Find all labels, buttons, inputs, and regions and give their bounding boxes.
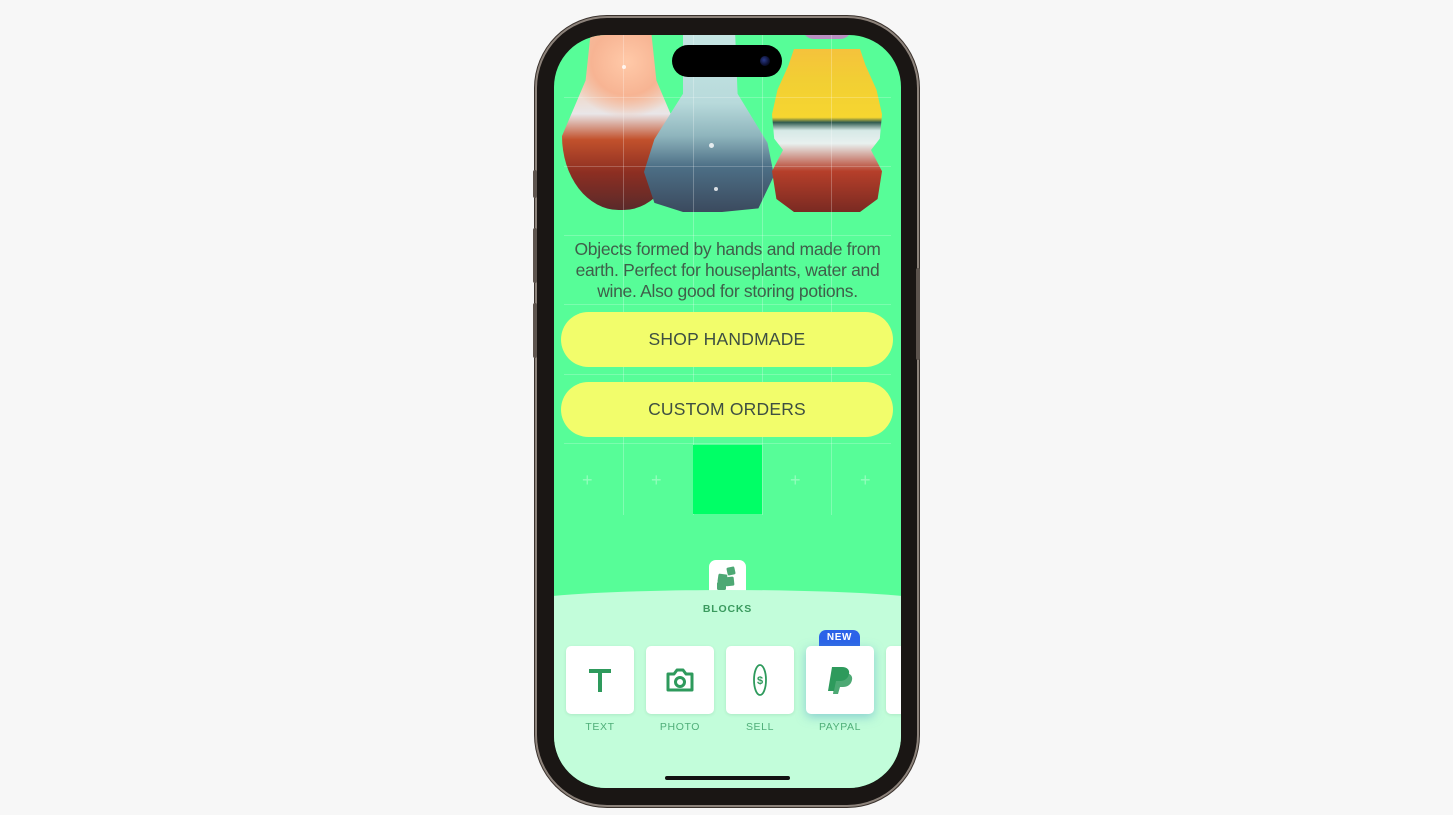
add-block-slot[interactable]: + [582,471,593,489]
add-block-slot[interactable]: + [790,471,801,489]
grid-line [564,235,891,236]
add-block-slot[interactable]: + [651,471,662,489]
svg-text:$: $ [757,675,763,687]
home-indicator[interactable] [665,776,790,780]
block-label-sell: SELL [745,721,775,733]
front-camera-icon [760,56,770,66]
app-screen: Objects formed by hands and made from ea… [554,35,901,788]
cubes-icon [717,566,736,590]
dynamic-island [672,45,782,77]
shop-handmade-button[interactable]: SHOP HANDMADE [561,312,893,367]
volume-up-button [533,228,537,283]
add-block-slot[interactable]: + [860,471,871,489]
vase-yellow [772,49,882,212]
blocks-section-label: BLOCKS [702,603,753,615]
block-tile-next[interactable] [886,646,901,714]
block-tile-sell[interactable]: $ [726,646,794,714]
paypal-icon [828,667,853,694]
description-text[interactable]: Objects formed by hands and made from ea… [566,239,889,302]
volume-down-button [533,303,537,358]
grid-line [564,374,891,375]
power-button [916,268,920,360]
block-label-photo: PHOTO [659,721,701,733]
dollar-coin-icon: $ [753,664,767,696]
new-badge: NEW [819,630,860,646]
action-button [533,170,537,198]
sheen [714,187,718,191]
grid-line [564,97,891,98]
vase-top-peek [802,35,852,39]
grid-line [564,443,891,444]
block-label-text: TEXT [585,721,615,733]
camera-icon [666,668,694,692]
grid-line [564,166,891,167]
block-tile-text[interactable] [566,646,634,714]
grid-line [564,304,891,305]
text-icon [589,669,611,692]
block-tile-photo[interactable] [646,646,714,714]
block-label-paypal: PAYPAL [818,721,862,733]
block-tile-paypal[interactable] [806,646,874,714]
custom-orders-button[interactable]: CUSTOM ORDERS [561,382,893,437]
selected-block-placeholder[interactable] [693,445,762,514]
sheen [709,143,714,148]
